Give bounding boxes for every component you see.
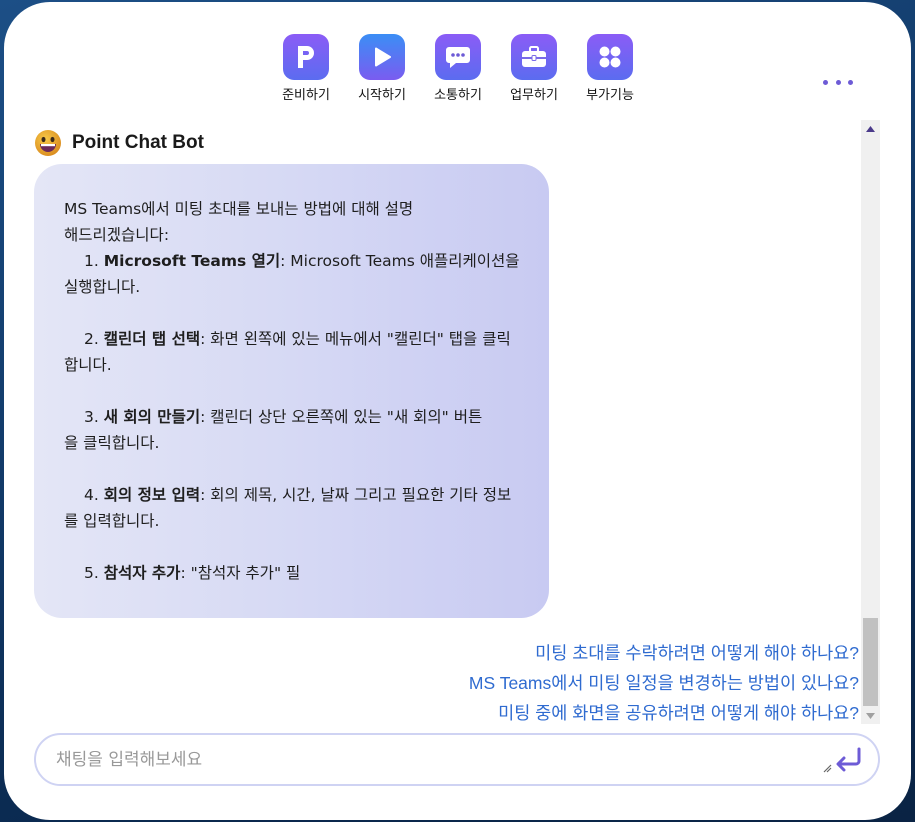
message-step-1: 1. Microsoft Teams 열기: Microsoft Teams 애…	[64, 252, 520, 296]
tool-label: 업무하기	[510, 88, 558, 103]
message-step-2: 2. 캘린더 탭 선택: 화면 왼쪽에 있는 메뉴에서 "캘린더" 탭을 클릭합…	[64, 330, 511, 374]
suggestion-link[interactable]: MS Teams에서 미팅 일정을 변경하는 방법이 있나요?	[469, 668, 859, 698]
message-step-3: 3. 새 회의 만들기: 캘린더 상단 오른쪽에 있는 "새 회의" 버튼을 클…	[64, 408, 483, 452]
tool-label: 부가기능	[586, 88, 634, 103]
enter-arrow-icon	[836, 747, 861, 772]
resize-handle-icon[interactable]	[822, 763, 832, 773]
message-step-5: 5. 참석자 추가: "참석자 추가" 필	[84, 564, 301, 582]
bot-message-bubble: MS Teams에서 미팅 초대를 보내는 방법에 대해 설명해드리겠습니다: …	[34, 164, 549, 618]
chat-scrollbar[interactable]	[861, 120, 880, 724]
chat-bubble-icon	[435, 34, 481, 80]
send-button[interactable]	[832, 745, 864, 775]
grid-icon	[587, 34, 633, 80]
message-intro: MS Teams에서 미팅 초대를 보내는 방법에 대해 설명해드리겠습니다:	[64, 200, 414, 244]
chat-window: 준비하기 시작하기 소통하기 업무하기 부가기능 Point Chat Bot …	[4, 2, 911, 820]
grinning-face-icon	[35, 130, 61, 156]
tool-label: 시작하기	[358, 88, 406, 103]
top-toolbar: 준비하기 시작하기 소통하기 업무하기 부가기능	[4, 34, 911, 104]
tool-label: 준비하기	[282, 88, 330, 103]
bot-name: Point Chat Bot	[72, 132, 204, 153]
message-step-4: 4. 회의 정보 입력: 회의 제목, 시간, 날짜 그리고 필요한 기타 정보…	[64, 486, 512, 530]
suggestion-link[interactable]: 미팅 초대를 수락하려면 어떻게 해야 하나요?	[469, 638, 859, 668]
tool-extras-button[interactable]: 부가기능	[572, 34, 648, 103]
chat-input[interactable]	[56, 747, 796, 773]
briefcase-icon	[511, 34, 557, 80]
bot-header: Point Chat Bot	[34, 128, 204, 158]
p-letter-icon	[283, 34, 329, 80]
suggestion-link[interactable]: 미팅 중에 화면을 공유하려면 어떻게 해야 하나요?	[469, 698, 859, 728]
tool-work-button[interactable]: 업무하기	[496, 34, 572, 103]
tool-communicate-button[interactable]: 소통하기	[420, 34, 496, 103]
play-icon	[359, 34, 405, 80]
suggested-questions: 미팅 초대를 수락하려면 어떻게 해야 하나요? MS Teams에서 미팅 일…	[469, 638, 859, 728]
scroll-down-arrow-icon[interactable]	[861, 707, 880, 724]
tool-label: 소통하기	[434, 88, 482, 103]
scroll-up-arrow-icon[interactable]	[861, 120, 880, 137]
more-dots-icon[interactable]	[823, 72, 853, 92]
tool-prepare-button[interactable]: 준비하기	[268, 34, 344, 103]
chat-input-container	[34, 733, 880, 786]
scroll-thumb[interactable]	[863, 618, 878, 706]
tool-start-button[interactable]: 시작하기	[344, 34, 420, 103]
